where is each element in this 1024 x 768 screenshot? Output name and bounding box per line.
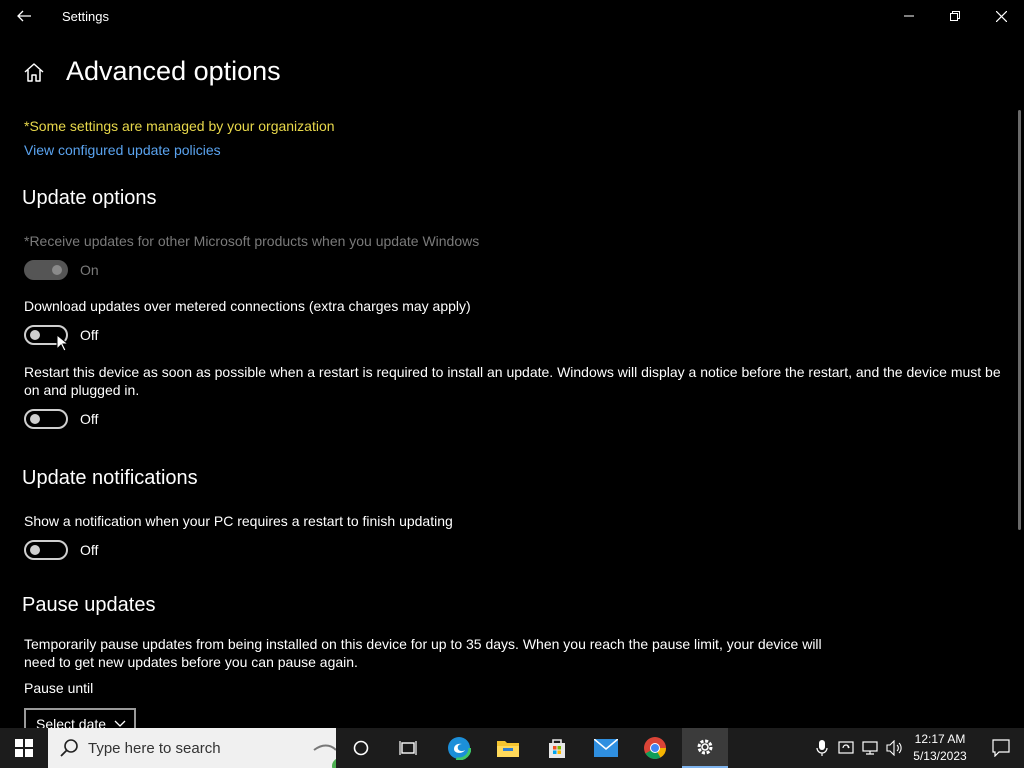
restart-asap-toggle[interactable] xyxy=(24,409,68,429)
search-highlight-bird-icon xyxy=(313,744,336,768)
start-button[interactable] xyxy=(0,728,48,768)
update-notifications-heading: Update notifications xyxy=(22,467,198,489)
close-icon xyxy=(995,10,1007,22)
chrome-taskbar-button[interactable] xyxy=(633,728,677,768)
restart-asap-label: Restart this device as soon as possible … xyxy=(24,364,1001,398)
restart-notification-toggle[interactable] xyxy=(24,540,68,560)
pause-until-label: Pause until xyxy=(24,680,94,696)
volume-tray-button[interactable] xyxy=(884,728,906,768)
volume-icon xyxy=(886,740,902,756)
managed-note: *Some settings are managed by your organ… xyxy=(24,118,335,134)
microphone-tray-button[interactable] xyxy=(812,728,832,768)
action-center-button[interactable] xyxy=(978,728,1024,768)
minimize-icon xyxy=(904,15,914,17)
mouse-cursor-icon xyxy=(56,334,68,352)
task-view-icon xyxy=(399,741,417,755)
restart-asap-state: Off xyxy=(80,411,99,427)
update-options-heading: Update options xyxy=(22,187,157,209)
receive-updates-toggle xyxy=(24,260,68,280)
windows-update-icon xyxy=(838,741,854,754)
pause-updates-description: Temporarily pause updates from being ins… xyxy=(24,636,822,670)
restart-notification-label: Show a notification when your PC require… xyxy=(24,513,453,529)
edge-icon xyxy=(447,736,471,760)
search-placeholder: Type here to search xyxy=(88,740,221,757)
update-tray-button[interactable] xyxy=(836,728,856,768)
windows-start-icon xyxy=(15,739,33,757)
notification-icon xyxy=(992,739,1010,757)
settings-taskbar-button[interactable] xyxy=(682,728,728,768)
home-button[interactable] xyxy=(22,61,46,85)
store-taskbar-button[interactable] xyxy=(535,728,579,768)
taskbar-clock[interactable]: 12:17 AM 5/13/2023 xyxy=(910,731,970,765)
cortana-icon xyxy=(353,740,369,756)
edge-taskbar-button[interactable] xyxy=(437,728,481,768)
title-bar: Settings xyxy=(0,0,1024,32)
pause-updates-heading: Pause updates xyxy=(22,594,156,616)
taskbar: Type here to search 12:17 AM 5/13/2023 xyxy=(0,728,1024,768)
close-button[interactable] xyxy=(978,0,1024,32)
network-icon xyxy=(862,741,878,755)
scrollbar[interactable] xyxy=(1018,110,1021,530)
taskbar-search-box[interactable]: Type here to search xyxy=(48,728,336,768)
window-title: Settings xyxy=(62,9,109,24)
file-explorer-icon xyxy=(497,741,519,757)
file-explorer-taskbar-button[interactable] xyxy=(486,728,530,768)
chrome-icon xyxy=(644,737,666,759)
metered-connections-state: Off xyxy=(80,327,99,343)
metered-connections-label: Download updates over metered connection… xyxy=(24,298,471,314)
task-view-button[interactable] xyxy=(388,728,428,768)
clock-date: 5/13/2023 xyxy=(913,749,967,763)
back-button[interactable] xyxy=(8,0,40,32)
network-tray-button[interactable] xyxy=(860,728,880,768)
page-title: Advanced options xyxy=(66,56,281,86)
restore-icon xyxy=(950,11,960,21)
cortana-button[interactable] xyxy=(342,728,380,768)
microsoft-store-icon xyxy=(549,739,565,758)
receive-updates-label: *Receive updates for other Microsoft pro… xyxy=(24,233,480,249)
restore-button[interactable] xyxy=(932,0,978,32)
toggle-knob xyxy=(52,265,62,275)
receive-updates-state: On xyxy=(80,262,99,278)
minimize-button[interactable] xyxy=(886,0,932,32)
mail-taskbar-button[interactable] xyxy=(584,728,628,768)
restart-notification-state: Off xyxy=(80,542,99,558)
search-icon xyxy=(60,739,78,757)
home-icon xyxy=(24,63,44,82)
mail-icon xyxy=(594,739,618,757)
view-policies-link[interactable]: View configured update policies xyxy=(24,142,221,158)
toggle-knob xyxy=(30,414,40,424)
back-arrow-icon xyxy=(17,10,31,22)
clock-time: 12:17 AM xyxy=(914,732,966,746)
microphone-icon xyxy=(816,740,828,756)
toggle-knob xyxy=(30,545,40,555)
toggle-knob xyxy=(30,330,40,340)
settings-gear-icon xyxy=(697,739,713,755)
